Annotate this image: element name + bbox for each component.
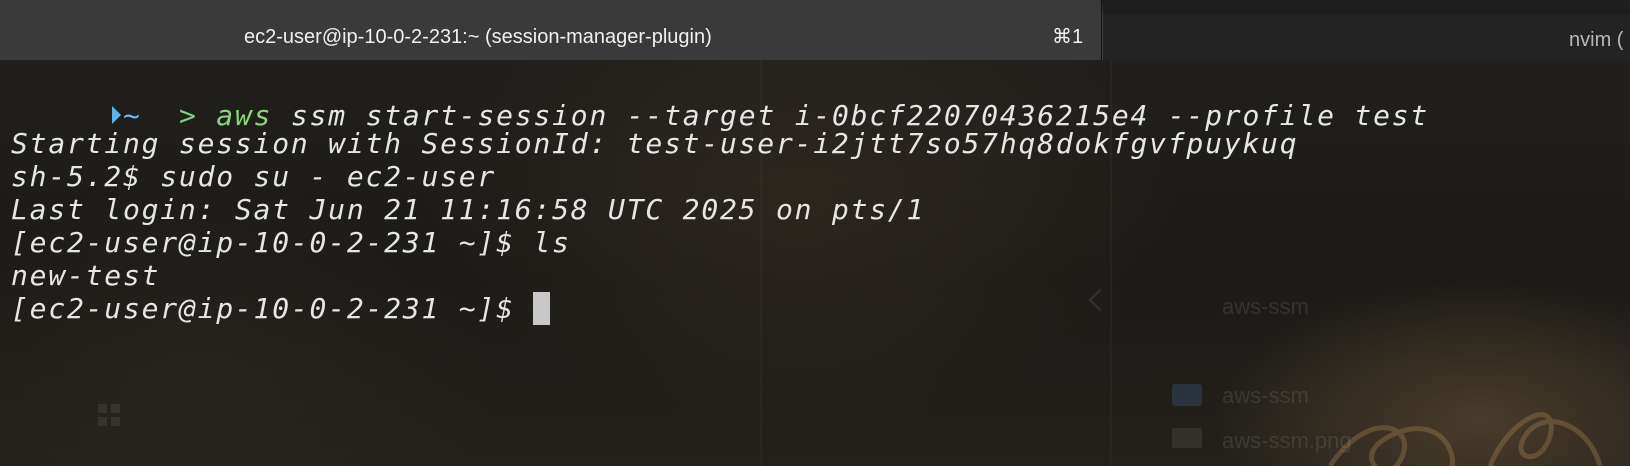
text-cursor — [533, 291, 551, 325]
tab-shortcut-label: ⌘1 — [1052, 26, 1084, 48]
command-line: ~ > aws ssm start-session --target i-0bc… — [0, 65, 1429, 132]
output-line: sh-5.2$ sudo su - ec2-user — [11, 160, 497, 193]
shell-prompt: [ec2-user@ip-10-0-2-231 ~]$ — [11, 292, 534, 325]
tab-bar: ec2-user@ip-10-0-2-231:~ (session-manage… — [0, 0, 1630, 60]
output-line: [ec2-user@ip-10-0-2-231 ~]$ ls — [11, 226, 571, 259]
tab-nvim[interactable]: nvim ( — [1102, 0, 1630, 60]
tab-title: nvim ( — [1569, 29, 1624, 51]
tab-title: ec2-user@ip-10-0-2-231:~ (session-manage… — [244, 26, 712, 48]
output-line: Last login: Sat Jun 21 11:16:58 UTC 2025… — [11, 193, 926, 226]
terminal-output[interactable]: ~ > aws ssm start-session --target i-0bc… — [0, 60, 1630, 466]
prompt-indicator-icon — [111, 106, 121, 124]
output-line: new-test — [11, 259, 161, 292]
tab-session-manager[interactable]: ec2-user@ip-10-0-2-231:~ (session-manage… — [0, 0, 1102, 60]
current-prompt-line: [ec2-user@ip-10-0-2-231 ~]$ — [11, 291, 551, 326]
output-line: Starting session with SessionId: test-us… — [11, 127, 1299, 160]
terminal-window: aws-ssm aws-ssm aws-ssm.png ec2-user@ip-… — [0, 0, 1630, 466]
